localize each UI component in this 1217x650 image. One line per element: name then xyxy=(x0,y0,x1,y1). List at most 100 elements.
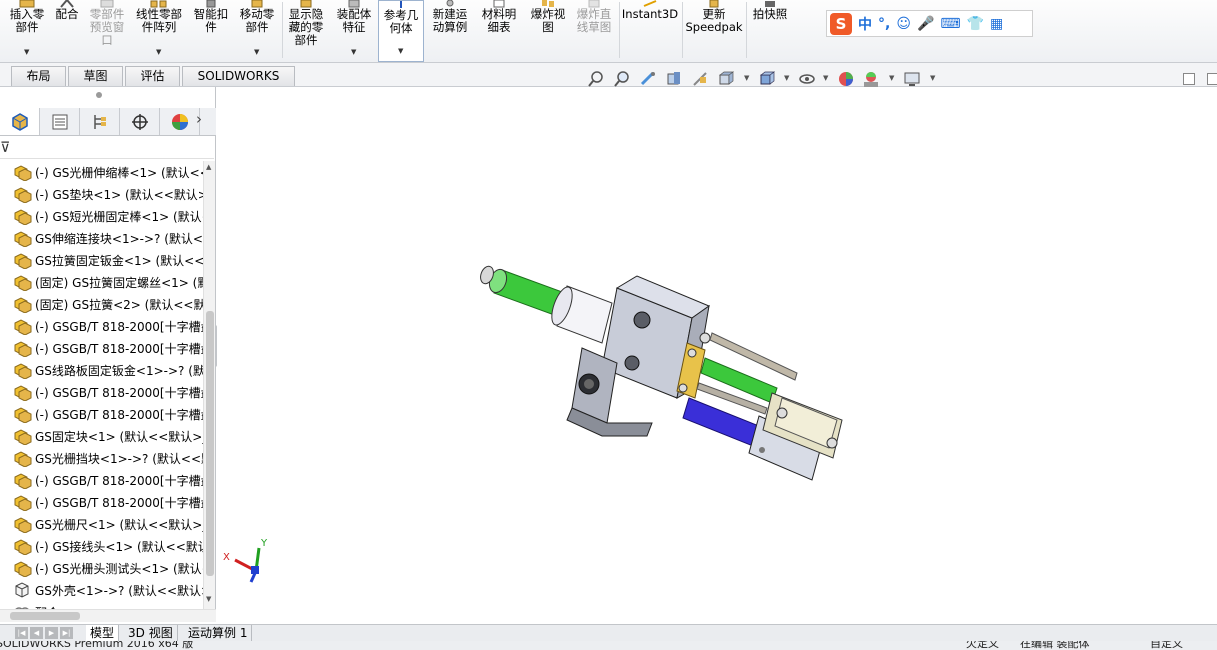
ime-mode-chinese[interactable]: 中 xyxy=(858,14,872,34)
assembly-model[interactable] xyxy=(477,248,877,488)
tree-item-label: (-) GS光栅伸缩棒<1> (默认<<默认>_显示状态 1>) xyxy=(35,165,203,180)
chevron-down-icon[interactable]: ▼ xyxy=(889,74,894,82)
display-style-icon[interactable] xyxy=(758,70,776,88)
bottom-tab-bar: |◀ ◀ ▶ ▶| 模型 3D 视图 运动算例 1 xyxy=(0,624,1217,641)
take-snapshot-button[interactable]: 拍快照 xyxy=(749,0,791,62)
show-hidden-components-button[interactable]: 显示隐 藏的零 部件 xyxy=(284,0,328,62)
tree-item[interactable]: (-) GSGB/T 818-2000[十字槽盘头螺钉] xyxy=(12,337,203,359)
chevron-down-icon[interactable]: ▼ xyxy=(24,46,29,59)
tab-layout[interactable]: 布局 xyxy=(11,66,66,86)
insert-component-button[interactable]: 插入零 部件 ▼ xyxy=(4,0,50,62)
chevron-down-icon[interactable]: ▼ xyxy=(744,74,749,82)
view-settings-icon[interactable] xyxy=(903,70,921,88)
tree-item[interactable]: (-) GS接线头<1> (默认<<默认>_显示状态 1>) xyxy=(12,535,203,557)
propertymanager-tab[interactable] xyxy=(40,108,80,135)
tree-item[interactable]: GS伸缩连接块<1>->? (默认<<默认>_显示状态 1>) xyxy=(12,227,203,249)
chevron-down-icon[interactable]: ▼ xyxy=(351,46,356,59)
assembly-features-button[interactable]: 装配体 特征 ▼ xyxy=(332,0,376,62)
bill-of-materials-button[interactable]: 材料明 细表 xyxy=(477,0,521,62)
chevron-down-icon[interactable]: ▼ xyxy=(254,46,259,59)
tree-item[interactable]: GS固定块<1> (默认<<默认>_显示状态 1>) xyxy=(12,425,203,447)
tree-item[interactable]: (固定) GS拉簧固定螺丝<1> (默认<<默认>_显示状态 1>) xyxy=(12,271,203,293)
filter-icon[interactable]: ⊽ xyxy=(0,140,10,156)
ime-punctuation[interactable]: °, xyxy=(878,16,890,32)
tab-evaluate[interactable]: 评估 xyxy=(125,66,180,86)
scroll-down-icon[interactable]: ▼ xyxy=(206,595,211,603)
ime-voice-icon[interactable]: 🎤 xyxy=(917,16,934,32)
tab-solidworks-mbd[interactable]: SOLIDWORKS MBD xyxy=(182,66,295,101)
tree-horizontal-scrollbar[interactable] xyxy=(0,609,216,622)
update-speedpak-button[interactable]: 更新 Speedpak xyxy=(685,0,743,62)
tab-motion-study[interactable]: 运动算例 1 xyxy=(184,625,253,641)
tree-item[interactable]: (-) GSGB/T 818-2000[十字槽盘头螺钉] xyxy=(12,381,203,403)
section-view-icon[interactable] xyxy=(665,70,683,88)
ime-emoji-icon[interactable]: ☺ xyxy=(896,16,911,32)
next-tab-icon[interactable]: ▶ xyxy=(45,627,58,639)
panel-grip-icon[interactable] xyxy=(96,92,102,98)
new-motion-study-button[interactable]: 新建运 动算例 xyxy=(427,0,473,62)
tree-item[interactable]: (-) GSGB/T 818-2000[十字槽盘头螺钉] xyxy=(12,403,203,425)
tree-item[interactable]: (-) GS光栅头测试头<1> (默认<<默认>_显示状态 1>) xyxy=(12,557,203,579)
tree-item[interactable]: GS光栅挡块<1>->? (默认<<默认>_显示状态 1>) xyxy=(12,447,203,469)
chevron-down-icon[interactable]: ▼ xyxy=(784,74,789,82)
scrollbar-thumb[interactable] xyxy=(206,311,214,576)
maximize-pane-button[interactable] xyxy=(1207,73,1217,85)
move-component-button[interactable]: 移动零 部件 ▼ xyxy=(235,0,279,62)
tree-item[interactable]: 配合 xyxy=(12,601,203,609)
chevron-down-icon[interactable]: ▼ xyxy=(823,74,828,82)
scrollbar-thumb[interactable] xyxy=(10,612,80,620)
view-orientation-icon[interactable] xyxy=(717,70,735,88)
tree-item[interactable]: (-) GSGB/T 818-2000[十字槽盘头螺钉] xyxy=(12,491,203,513)
dimxpertmanager-tab[interactable] xyxy=(120,108,160,135)
mate-button[interactable]: 配合 xyxy=(52,0,82,62)
tab-model[interactable]: 模型 xyxy=(86,625,120,641)
ime-skin-icon[interactable]: 👕 xyxy=(967,16,984,32)
tree-item[interactable]: GS拉簧固定钣金<1> (默认<<默认>_显示状态 1>) xyxy=(12,249,203,271)
chevron-down-icon[interactable]: ▼ xyxy=(398,45,403,58)
scroll-up-icon[interactable]: ▲ xyxy=(206,163,211,171)
displaymanager-tab[interactable] xyxy=(160,108,200,135)
tab-sketch[interactable]: 草图 xyxy=(68,66,123,86)
linear-pattern-button[interactable]: 线性零部 件阵列 ▼ xyxy=(131,0,187,62)
chevron-down-icon[interactable]: ▼ xyxy=(930,74,935,82)
explode-line-sketch-button[interactable]: 爆炸直 线草图 xyxy=(572,0,616,62)
tree-item[interactable]: GS光栅尺<1> (默认<<默认>_显示状态 1>) xyxy=(12,513,203,535)
reference-geometry-button[interactable]: 参考几 何体 ▼ xyxy=(378,0,424,62)
previous-view-icon[interactable] xyxy=(639,70,657,88)
zoom-to-fit-icon[interactable] xyxy=(587,70,605,88)
hide-show-items-icon[interactable] xyxy=(798,70,816,88)
sogou-logo-icon[interactable]: S xyxy=(830,12,852,35)
tree-item[interactable]: GS外壳<1>->? (默认<<默认>_显示状态 1>) xyxy=(12,579,203,601)
exploded-view-button[interactable]: 爆炸视 图 xyxy=(526,0,570,62)
chevron-right-icon[interactable]: › xyxy=(196,110,202,128)
featuremanager-tab[interactable] xyxy=(0,108,40,135)
tree-item-label: (-) GS接线头<1> (默认<<默认>_显示状态 1>) xyxy=(35,539,203,554)
component-preview-button[interactable]: 零部件 预览窗 口 xyxy=(85,0,129,62)
tree-item[interactable]: (-) GSGB/T 818-2000[十字槽盘头螺钉] xyxy=(12,469,203,491)
ime-keyboard-icon[interactable]: ⌨ xyxy=(940,16,960,32)
first-tab-icon[interactable]: |◀ xyxy=(15,627,28,639)
apply-scene-icon[interactable] xyxy=(862,70,880,88)
instant3d-button[interactable]: Instant3D xyxy=(622,0,678,62)
zoom-to-area-icon[interactable] xyxy=(613,70,631,88)
tree-vertical-scrollbar[interactable]: ▲ ▼ xyxy=(203,161,215,609)
chevron-down-icon[interactable]: ▼ xyxy=(156,46,161,59)
prev-tab-icon[interactable]: ◀ xyxy=(30,627,43,639)
smart-fasteners-button[interactable]: 智能扣 件 xyxy=(189,0,233,62)
last-tab-icon[interactable]: ▶| xyxy=(60,627,73,639)
graphics-viewport[interactable]: X Y xyxy=(217,88,1217,622)
configurationmanager-tab[interactable] xyxy=(80,108,120,135)
tree-item[interactable]: (-) GS垫块<1> (默认<<默认>_显示状态 1>) xyxy=(12,183,203,205)
tab-3d-view[interactable]: 3D 视图 xyxy=(124,625,178,641)
command-manager-ribbon: 插入零 部件 ▼ 配合 零部件 预览窗 口 线性零部 件阵列 ▼ 智能扣 件 移… xyxy=(0,0,1217,63)
sogou-ime-toolbar[interactable]: S 中 °, ☺ 🎤 ⌨ 👕 ▦ xyxy=(826,10,1033,37)
edit-appearance-icon[interactable] xyxy=(837,70,855,88)
tree-item[interactable]: (-) GSGB/T 818-2000[十字槽盘头螺钉] xyxy=(12,315,203,337)
tree-item[interactable]: (固定) GS拉簧<2> (默认<<默认>_显示状态 1>) xyxy=(12,293,203,315)
tree-item[interactable]: (-) GS光栅伸缩棒<1> (默认<<默认>_显示状态 1>) xyxy=(12,161,203,183)
restore-pane-button[interactable] xyxy=(1183,73,1195,85)
tree-item[interactable]: (-) GS短光栅固定棒<1> (默认<<默认>_显示状态 1>) xyxy=(12,205,203,227)
dynamic-annotation-icon[interactable] xyxy=(691,70,709,88)
tree-item[interactable]: GS线路板固定钣金<1>->? (默认<<默认>_显示状态 1>) xyxy=(12,359,203,381)
ime-toolbox-icon[interactable]: ▦ xyxy=(990,16,1003,32)
